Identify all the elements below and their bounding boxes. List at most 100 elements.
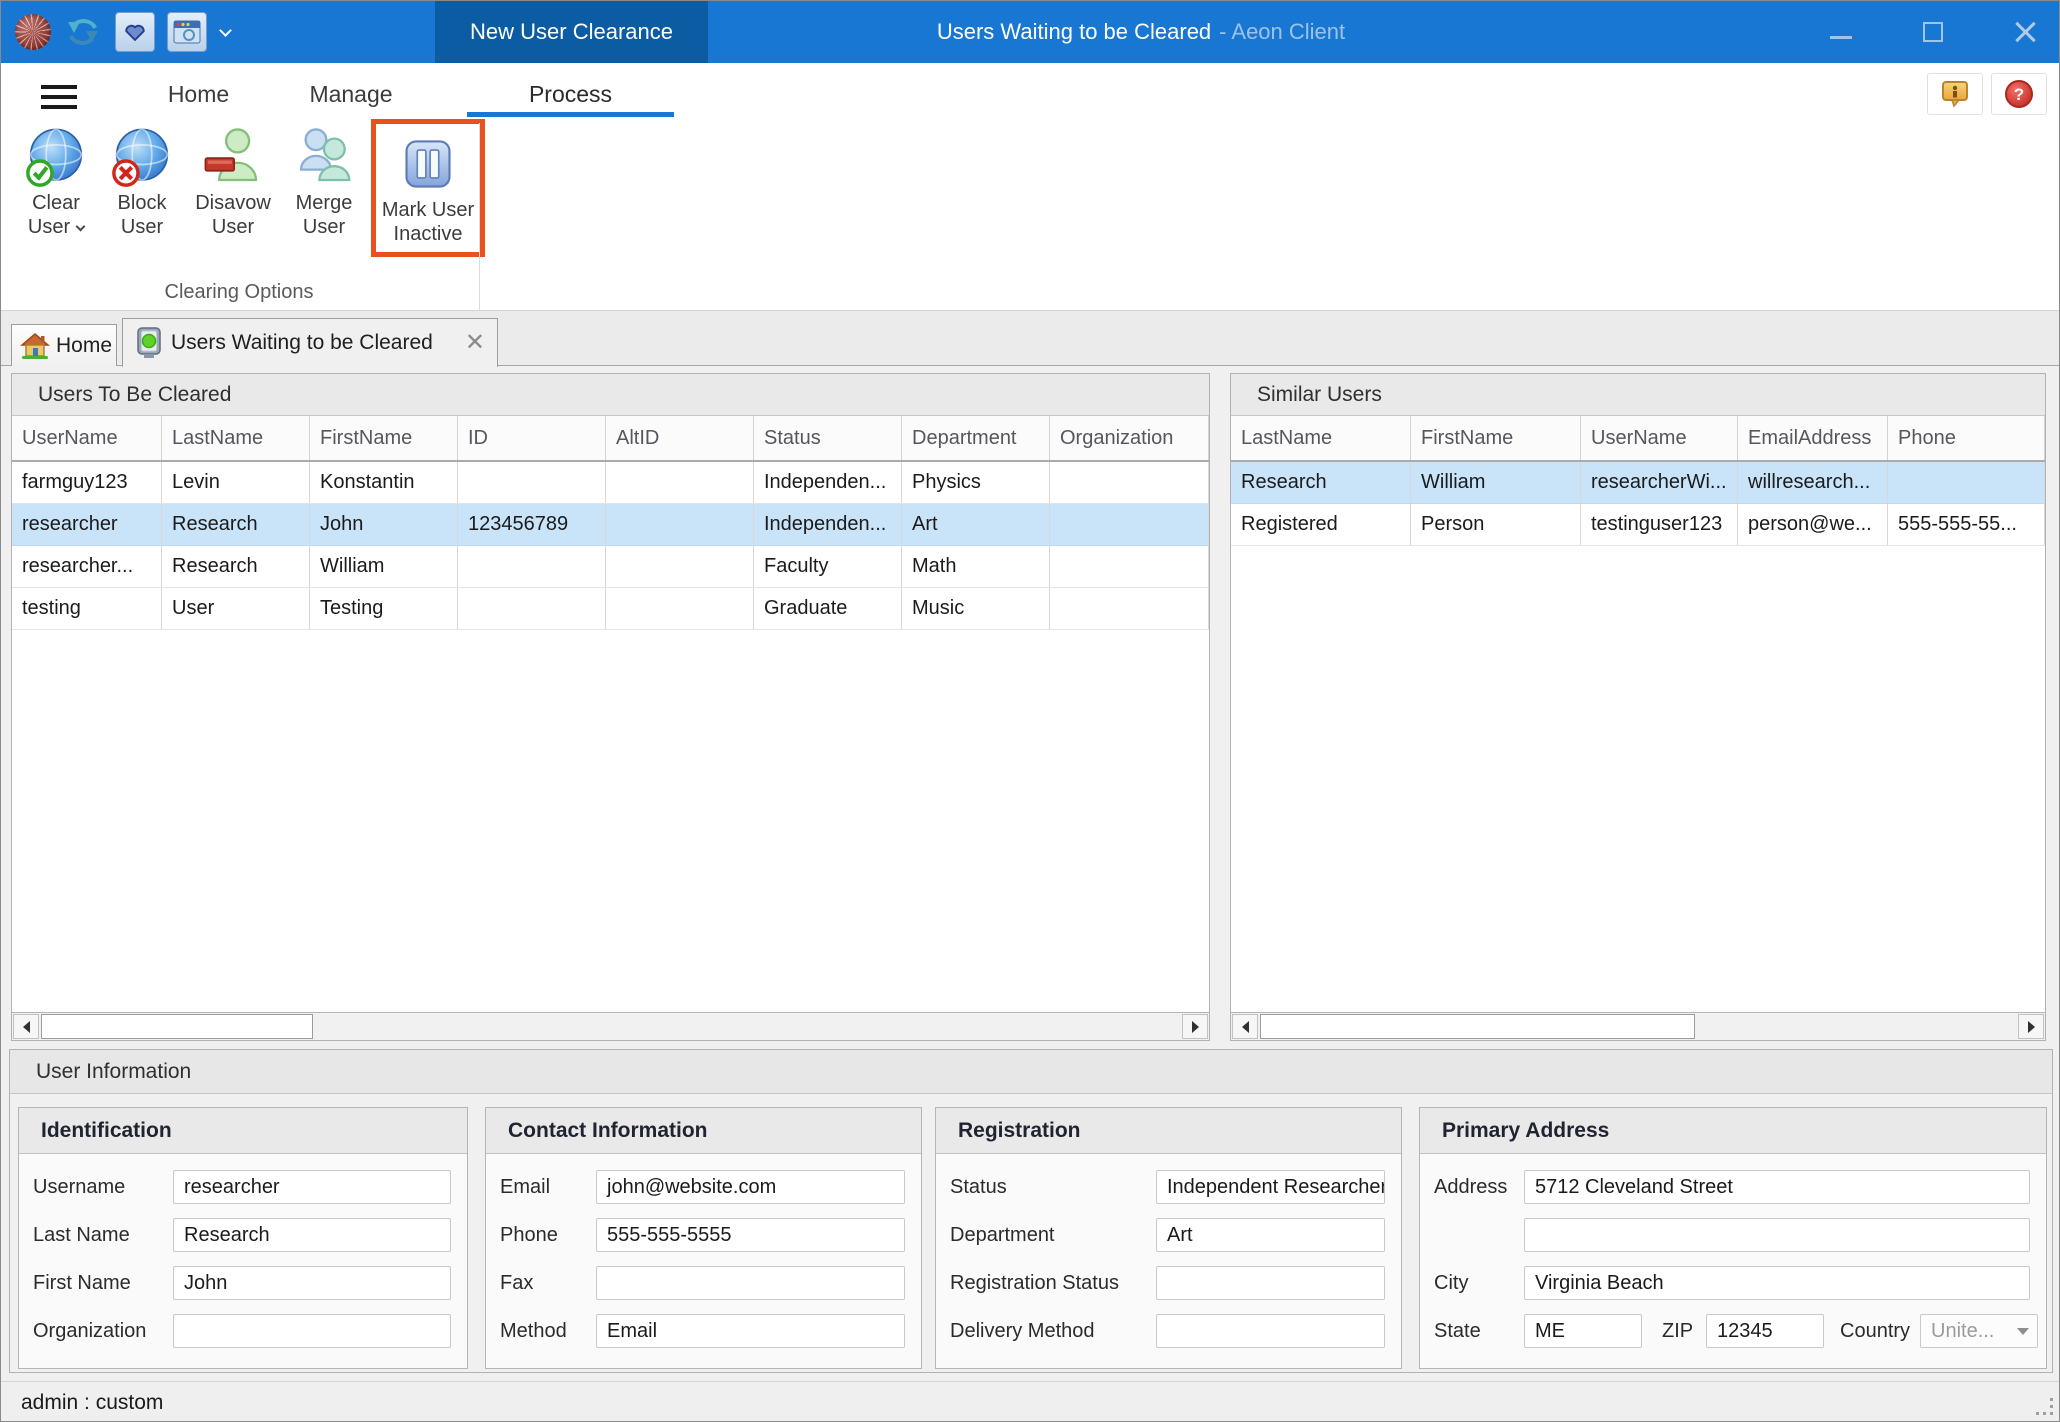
firstname-field[interactable]: John (173, 1266, 451, 1300)
table-row[interactable]: Registered Person testinguser123 person@… (1231, 504, 2045, 546)
window-menu-button[interactable] (167, 12, 207, 52)
state-field[interactable]: ME (1524, 1314, 1642, 1348)
cell: testing (12, 588, 162, 629)
address-line2-field[interactable] (1524, 1218, 2030, 1252)
scrollbar-thumb[interactable] (1260, 1014, 1695, 1039)
column-header[interactable]: AltID (606, 416, 754, 460)
column-header[interactable]: UserName (12, 416, 162, 460)
tab-users-waiting[interactable]: Users Waiting to be Cleared ✕ (122, 318, 498, 367)
ribbon-tab-manage[interactable]: Manage (286, 71, 416, 117)
cell: Testing (310, 588, 458, 629)
resize-grip-icon[interactable] (2037, 1399, 2053, 1415)
column-header[interactable]: Department (902, 416, 1050, 460)
document-tabstrip: Home Users Waiting to be Cleared ✕ (1, 311, 2060, 366)
cell (1050, 504, 1209, 545)
traffic-light-icon (135, 326, 163, 360)
table-row[interactable]: farmguy123 Levin Konstantin Independen..… (12, 462, 1209, 504)
column-header[interactable]: LastName (1231, 416, 1411, 460)
maximize-button[interactable] (1915, 14, 1951, 50)
table-row-selected[interactable]: researcher Research John 123456789 Indep… (12, 504, 1209, 546)
cell: William (310, 546, 458, 587)
column-header[interactable]: EmailAddress (1738, 416, 1888, 460)
column-header[interactable]: Status (754, 416, 902, 460)
email-field[interactable]: john@website.com (596, 1170, 905, 1204)
username-field[interactable]: researcher (173, 1170, 451, 1204)
mark-user-inactive-button[interactable]: Mark User Inactive (380, 126, 476, 246)
column-header[interactable]: UserName (1581, 416, 1738, 460)
column-header[interactable]: Organization (1050, 416, 1209, 460)
similar-table-hscrollbar[interactable] (1231, 1012, 2045, 1040)
tab-home[interactable]: Home (11, 324, 117, 366)
column-header[interactable]: Phone (1888, 416, 2045, 460)
method-label: Method (500, 1320, 596, 1343)
primary-address-panel: Primary Address Address 5712 Cleveland S… (1419, 1107, 2047, 1369)
users-table-title: Users To Be Cleared (12, 374, 1209, 416)
department-field[interactable]: Art (1156, 1218, 1385, 1252)
content-area: Users To Be Cleared UserName LastName Fi… (1, 366, 2060, 1381)
delivery-method-field[interactable] (1156, 1314, 1385, 1348)
city-field[interactable]: Virginia Beach (1524, 1266, 2030, 1300)
ribbon-tab-home[interactable]: Home (131, 71, 266, 117)
zip-field[interactable]: 12345 (1706, 1314, 1824, 1348)
cell: Person (1411, 504, 1581, 545)
cell (1888, 462, 2045, 503)
cell: Research (162, 504, 310, 545)
window-title-suffix: - Aeon Client (1219, 19, 1345, 45)
registration-status-field[interactable] (1156, 1266, 1385, 1300)
block-user-label-1: Block (118, 192, 167, 214)
table-row[interactable]: researcher... Research William Faculty M… (12, 546, 1209, 588)
block-user-button[interactable]: Block User (99, 119, 185, 239)
users-table-hscrollbar[interactable] (12, 1012, 1209, 1040)
app-logo-icon[interactable] (15, 14, 51, 50)
scrollbar-thumb[interactable] (41, 1014, 313, 1039)
address-line1-field[interactable]: 5712 Cleveland Street (1524, 1170, 2030, 1204)
column-header[interactable]: ID (458, 416, 606, 460)
ribbon-tab-process[interactable]: Process (467, 71, 674, 117)
help-button[interactable]: ? (1991, 73, 2047, 115)
cell: 555-555-55... (1888, 504, 2045, 545)
clear-user-label-1: Clear (32, 192, 80, 214)
column-header[interactable]: FirstName (310, 416, 458, 460)
close-button[interactable] (2007, 14, 2043, 50)
scroll-left-button[interactable] (13, 1014, 39, 1039)
users-to-be-cleared-panel: Users To Be Cleared UserName LastName Fi… (11, 373, 1210, 1041)
cell: farmguy123 (12, 462, 162, 503)
qat-dropdown-icon[interactable] (219, 24, 232, 37)
column-header[interactable]: LastName (162, 416, 310, 460)
method-field[interactable]: Email (596, 1314, 905, 1348)
organization-field[interactable] (173, 1314, 451, 1348)
primary-address-title: Primary Address (1420, 1108, 2046, 1154)
cell (458, 588, 606, 629)
scroll-left-button[interactable] (1232, 1014, 1258, 1039)
pinned-form-tab[interactable]: New User Clearance (435, 1, 708, 63)
sync-button[interactable] (63, 12, 103, 52)
tab-home-label: Home (56, 334, 112, 358)
scroll-right-button[interactable] (2018, 1014, 2044, 1039)
fax-field[interactable] (596, 1266, 905, 1300)
validate-button[interactable] (115, 12, 155, 52)
lastname-label: Last Name (33, 1224, 173, 1247)
clear-user-button[interactable]: Clear User (13, 119, 99, 239)
country-label: Country (1840, 1320, 1920, 1343)
about-button[interactable] (1927, 73, 1983, 115)
minimize-icon (1830, 36, 1852, 39)
status-field[interactable]: Independent Researcher (1156, 1170, 1385, 1204)
merge-user-button[interactable]: Merge User (281, 119, 367, 239)
cell: Independen... (754, 462, 902, 503)
lastname-field[interactable]: Research (173, 1218, 451, 1252)
minimize-button[interactable] (1823, 14, 1859, 50)
phone-field[interactable]: 555-555-5555 (596, 1218, 905, 1252)
menu-button[interactable] (41, 85, 81, 115)
column-header[interactable]: FirstName (1411, 416, 1581, 460)
firstname-label: First Name (33, 1272, 173, 1295)
table-row[interactable]: testing User Testing Graduate Music (12, 588, 1209, 630)
country-dropdown[interactable]: Unite... (1920, 1314, 2038, 1348)
scroll-right-button[interactable] (1182, 1014, 1208, 1039)
cell: User (162, 588, 310, 629)
organization-label: Organization (33, 1320, 173, 1343)
table-row-selected[interactable]: Research William researcherWi... willres… (1231, 462, 2045, 504)
tab-close-icon[interactable]: ✕ (465, 333, 485, 353)
cell: willresearch... (1738, 462, 1888, 503)
disavow-user-button[interactable]: Disavow User (185, 119, 281, 239)
merge-user-label-2: User (303, 216, 345, 238)
